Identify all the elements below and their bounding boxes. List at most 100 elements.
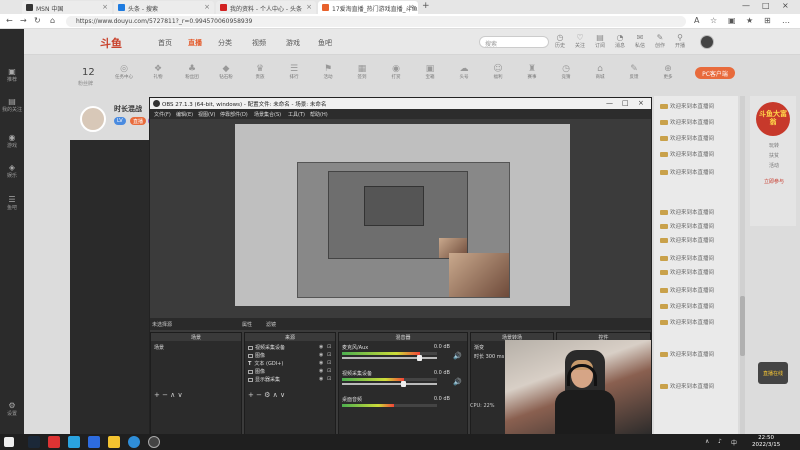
- refresh-icon[interactable]: ↻: [34, 16, 41, 25]
- close-icon[interactable]: ×: [102, 3, 108, 11]
- close-icon[interactable]: ×: [408, 3, 414, 11]
- lock-icon[interactable]: ⊡: [327, 376, 331, 382]
- tool-event[interactable]: ⚑ 活动: [314, 64, 342, 80]
- menu-docks[interactable]: 停靠部件(D): [220, 111, 248, 118]
- taskbar-clock[interactable]: 22:50 2022/3/15: [752, 435, 780, 449]
- tool-head[interactable]: ☁ 头号: [450, 64, 478, 80]
- close-icon[interactable]: ×: [306, 3, 312, 11]
- nav-category[interactable]: 分类: [218, 38, 232, 48]
- tool-welfare[interactable]: ☺ 福利: [484, 64, 512, 80]
- tool-rank[interactable]: ☰ 排行: [280, 64, 308, 80]
- tool-task[interactable]: ◎ 任务中心: [110, 64, 138, 80]
- visibility-eye-icon[interactable]: ◉: [319, 344, 323, 350]
- url-field[interactable]: https://www.douyu.com/5727811?_r=0.99457…: [66, 16, 686, 27]
- menu-help[interactable]: 帮助(H): [310, 111, 328, 118]
- menu-edit[interactable]: 编辑(E): [176, 111, 193, 118]
- favorites-icon[interactable]: ★: [746, 16, 753, 25]
- source-item[interactable]: 图像: [248, 352, 265, 359]
- volume-icon[interactable]: ♪: [718, 438, 722, 445]
- tool-feedback[interactable]: ✎ 反馈: [620, 64, 648, 80]
- speaker-icon[interactable]: 🔊: [453, 378, 462, 386]
- extensions-icon[interactable]: ⊞: [764, 16, 771, 25]
- volume-slider[interactable]: [342, 355, 437, 361]
- create-button[interactable]: ✎ 创作: [652, 33, 668, 49]
- tool-shop[interactable]: ⌂ 商城: [586, 64, 614, 80]
- sidebar-item-following[interactable]: ▤ 我的关注: [0, 97, 24, 113]
- obs-taskbar-icon[interactable]: [148, 436, 160, 448]
- sidebar-item-settings[interactable]: ⚙ 设置: [0, 401, 24, 417]
- maximize-icon[interactable]: □: [762, 1, 770, 10]
- tool-fans[interactable]: ♣ 粉丝团: [178, 64, 206, 80]
- sidebar-item-entertainment[interactable]: ◈ 娱乐: [0, 163, 24, 179]
- volume-slider[interactable]: [342, 381, 437, 387]
- edge-icon[interactable]: [128, 436, 140, 448]
- tool-match[interactable]: ♜ 赛事: [518, 64, 546, 80]
- tool-gift[interactable]: ❖ 礼物: [144, 64, 172, 80]
- ime-icon[interactable]: 中: [731, 438, 737, 447]
- sidebar-item-yuba[interactable]: ☰ 鱼吧: [0, 195, 24, 211]
- tool-noble[interactable]: ♛ 贵族: [246, 64, 274, 80]
- properties-button[interactable]: 属性: [242, 321, 252, 328]
- menu-view[interactable]: 视图(V): [198, 111, 215, 118]
- menu-file[interactable]: 文件(F): [154, 111, 171, 118]
- follow-button[interactable]: ♡ 关注: [572, 33, 588, 49]
- pc-client-button[interactable]: PC客户端: [695, 67, 735, 79]
- dm-button[interactable]: ✉ 私信: [632, 33, 648, 49]
- source-item[interactable]: T 文本 (GDI+): [248, 360, 283, 367]
- nav-live[interactable]: 直播: [188, 38, 202, 48]
- lock-icon[interactable]: ⊡: [327, 344, 331, 350]
- tray-expand-icon[interactable]: ∧: [705, 438, 709, 445]
- browser-tab-douyu[interactable]: 17爱淘直播_热门游戏直播_斗鱼 ×: [318, 1, 418, 14]
- home-icon[interactable]: ⌂: [50, 16, 55, 25]
- tool-checkin[interactable]: ▦ 签到: [348, 64, 376, 80]
- douyu-logo[interactable]: 斗鱼: [100, 35, 122, 51]
- browser-tab-msn[interactable]: MSN 中国 ×: [22, 1, 112, 14]
- source-item[interactable]: 图像: [248, 368, 265, 375]
- visibility-eye-icon[interactable]: ◉: [319, 360, 323, 366]
- obs-close-icon[interactable]: ×: [638, 99, 644, 107]
- menu-tools[interactable]: 工具(T): [288, 111, 305, 118]
- mini-badge[interactable]: 直播在线: [758, 362, 788, 384]
- lock-icon[interactable]: ⊡: [327, 360, 331, 366]
- nav-video[interactable]: 视频: [252, 38, 266, 48]
- chat-scrollbar[interactable]: [740, 96, 745, 434]
- transition-select[interactable]: 渐变: [474, 344, 484, 351]
- tool-diamond[interactable]: ◆ 钻石粉: [212, 64, 240, 80]
- folder-icon[interactable]: [108, 436, 120, 448]
- streamer-name[interactable]: 时长混战: [114, 104, 142, 114]
- scene-tools[interactable]: + − ∧ ∨: [154, 391, 183, 399]
- forward-icon[interactable]: →: [20, 16, 27, 25]
- close-icon[interactable]: ×: [204, 3, 210, 11]
- media-app-icon[interactable]: [48, 436, 60, 448]
- scroll-thumb[interactable]: [740, 296, 745, 356]
- favorite-star-icon[interactable]: ☆: [710, 16, 717, 25]
- ad-badge[interactable]: 斗鱼大富翁: [756, 102, 790, 136]
- sidebar-item-games[interactable]: ◉ 游戏: [0, 133, 24, 149]
- steam-icon[interactable]: [28, 436, 40, 448]
- qq-icon[interactable]: [68, 436, 80, 448]
- history-button[interactable]: ◷ 历史: [552, 33, 568, 49]
- source-item[interactable]: 显示器采集: [248, 376, 280, 383]
- close-window-icon[interactable]: ×: [782, 1, 789, 10]
- subscribe-button[interactable]: ▤ 订阅: [592, 33, 608, 49]
- new-tab-button[interactable]: +: [422, 1, 430, 11]
- site-search-input[interactable]: 搜索: [479, 36, 549, 48]
- broadcast-button[interactable]: ⚲ 开播: [672, 33, 688, 49]
- tool-tip[interactable]: ◉ 打赏: [382, 64, 410, 80]
- app-icon[interactable]: [88, 436, 100, 448]
- user-avatar[interactable]: [700, 35, 714, 49]
- back-icon[interactable]: ←: [6, 16, 13, 25]
- visibility-eye-icon[interactable]: ◉: [319, 376, 323, 382]
- collections-icon[interactable]: ▣: [728, 16, 736, 25]
- message-button[interactable]: ◔ 消息: [612, 33, 628, 49]
- source-item[interactable]: 视频采集设备: [248, 344, 285, 351]
- tool-guess[interactable]: ◷ 竞猜: [552, 64, 580, 80]
- streamer-avatar[interactable]: [80, 106, 106, 132]
- ad-cta[interactable]: 立即参与: [758, 178, 790, 185]
- more-menu-icon[interactable]: …: [782, 16, 790, 25]
- nav-game[interactable]: 游戏: [286, 38, 300, 48]
- filters-button[interactable]: 滤镜: [266, 321, 276, 328]
- sidebar-item-recommend[interactable]: ▣ 推荐: [0, 67, 24, 83]
- lock-icon[interactable]: ⊡: [327, 368, 331, 374]
- obs-maximize-icon[interactable]: □: [622, 99, 629, 107]
